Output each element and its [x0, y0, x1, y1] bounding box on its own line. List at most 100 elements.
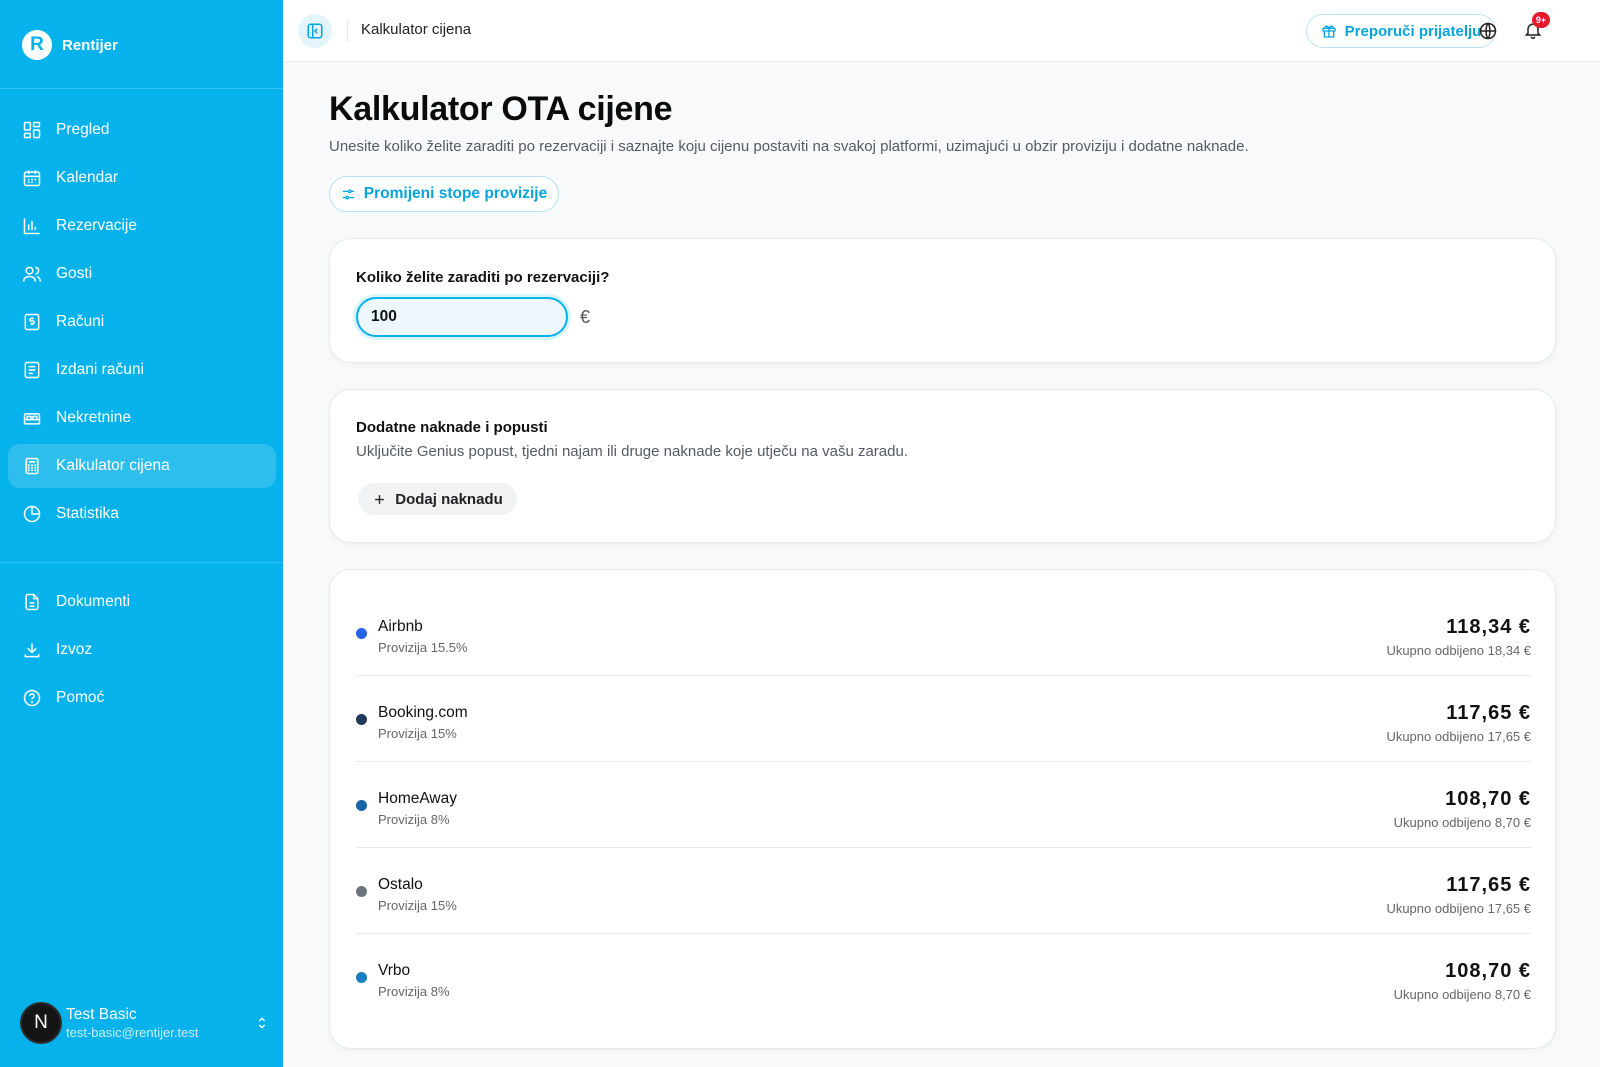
- fees-card: Dodatne naknade i popusti Uključite Geni…: [329, 389, 1556, 543]
- topbar: Kalkulator cijena Preporuči prijatelju 9…: [283, 0, 1600, 62]
- fees-title: Dodatne naknade i popusti: [356, 419, 548, 436]
- sliders-icon: [342, 189, 354, 199]
- platform-color-dot: [356, 714, 367, 725]
- invoice-icon: [24, 313, 40, 331]
- platform-price: 108,70 €: [1445, 788, 1531, 810]
- chevron-up-down-icon[interactable]: [254, 1015, 270, 1031]
- platform-row-booking: Booking.com Provizija 15% 117,65 € Ukupn…: [356, 676, 1531, 762]
- refer-friend-label: Preporuči prijatelju: [1344, 22, 1482, 40]
- page-title: Kalkulator OTA cijene: [329, 90, 673, 128]
- platform-commission: Provizija 15.5%: [378, 640, 468, 655]
- gift-icon: [1321, 25, 1336, 38]
- receipt-icon: [24, 361, 40, 379]
- sidebar-item-racuni[interactable]: Računi: [8, 300, 276, 344]
- platform-color-dot: [356, 800, 367, 811]
- brand-logo: R: [22, 30, 52, 60]
- platform-row-vrbo: Vrbo Provizija 8% 108,70 € Ukupno odbije…: [356, 934, 1531, 1020]
- notification-badge: 9+: [1532, 12, 1550, 28]
- sidebar-item-label: Dokumenti: [56, 593, 131, 610]
- platform-deducted: Ukupno odbijeno 8,70 €: [1393, 987, 1531, 1002]
- brand-name: Rentijer: [62, 36, 118, 54]
- sidebar-item-label: Kalendar: [56, 169, 119, 186]
- platform-color-dot: [356, 886, 367, 897]
- platform-color-dot: [356, 972, 367, 983]
- earnings-input[interactable]: [356, 297, 568, 337]
- breadcrumb: Kalkulator cijena: [361, 21, 472, 38]
- sidebar-item-label: Računi: [56, 313, 105, 330]
- platform-name: Ostalo: [378, 876, 423, 893]
- sidebar-item-label: Kalkulator cijena: [56, 457, 170, 474]
- sidebar-item-kalendar[interactable]: Kalendar: [8, 156, 276, 200]
- sidebar-item-label: Pomoć: [56, 689, 105, 706]
- add-fee-label: Dodaj naknadu: [395, 490, 503, 508]
- panel-left-icon: [307, 23, 323, 39]
- platform-prices-card: Airbnb Provizija 15.5% 118,34 € Ukupno o…: [329, 569, 1556, 1049]
- change-rates-button[interactable]: Promijeni stope provizije: [329, 176, 559, 212]
- bar-chart-icon: [23, 218, 40, 235]
- sidebar-divider: [0, 562, 283, 563]
- currency-symbol: €: [580, 307, 591, 327]
- earnings-label: Koliko želite zaraditi po rezervaciji?: [356, 269, 610, 286]
- sidebar-item-kalkulator-cijena[interactable]: Kalkulator cijena: [8, 444, 276, 488]
- plus-icon: [375, 494, 385, 504]
- sidebar-item-pomoc[interactable]: Pomoć: [8, 676, 276, 720]
- calculator-icon: [25, 457, 39, 475]
- platform-commission: Provizija 8%: [378, 984, 450, 999]
- sidebar-item-label: Pregled: [56, 121, 110, 138]
- help-icon: [23, 689, 41, 707]
- calendar-icon: [23, 170, 41, 187]
- sidebar-item-label: Statistika: [56, 505, 119, 522]
- topbar-separator: [347, 20, 348, 42]
- platform-name: Booking.com: [378, 704, 468, 721]
- sidebar-item-label: Gosti: [56, 265, 93, 282]
- user-info: Test Basic test-basic@rentijer.test: [66, 1005, 198, 1041]
- sidebar-item-label: Izvoz: [56, 641, 93, 658]
- sidebar-item-label: Nekretnine: [56, 409, 131, 426]
- platform-row-ostalo: Ostalo Provizija 15% 117,65 € Ukupno odb…: [356, 848, 1531, 934]
- download-icon: [24, 643, 40, 658]
- globe-icon[interactable]: [1478, 21, 1498, 41]
- user-menu[interactable]: N Test Basic test-basic@rentijer.test: [20, 1000, 270, 1046]
- sidebar-item-izvoz[interactable]: Izvoz: [8, 628, 276, 672]
- page-description: Unesite koliko želite zaraditi po rezerv…: [329, 138, 1249, 155]
- platform-commission: Provizija 15%: [378, 898, 457, 913]
- platform-price: 117,65 €: [1446, 874, 1531, 896]
- fees-subtitle: Uključite Genius popust, tjedni najam il…: [356, 443, 908, 460]
- platform-price: 117,65 €: [1446, 702, 1531, 724]
- platform-deducted: Ukupno odbijeno 18,34 €: [1386, 643, 1531, 658]
- platform-price: 108,70 €: [1445, 960, 1531, 982]
- sidebar-item-gosti[interactable]: Gosti: [8, 252, 276, 296]
- brand[interactable]: R Rentijer: [22, 29, 118, 61]
- sidebar-divider: [0, 88, 283, 89]
- sidebar-item-label: Izdani računi: [56, 361, 144, 378]
- change-rates-label: Promijeni stope provizije: [363, 185, 548, 202]
- platform-row-airbnb: Airbnb Provizija 15.5% 118,34 € Ukupno o…: [356, 590, 1531, 676]
- sidebar-toggle-button[interactable]: [298, 14, 332, 48]
- platform-name: Vrbo: [378, 962, 411, 979]
- platform-deducted: Ukupno odbijeno 8,70 €: [1393, 815, 1531, 830]
- sidebar-item-pregled[interactable]: Pregled: [8, 108, 276, 152]
- sidebar: R Rentijer Pregled Kalendar Rezervacije …: [0, 0, 283, 1067]
- sidebar-item-dokumenti[interactable]: Dokumenti: [8, 580, 276, 624]
- platform-name: Airbnb: [378, 618, 423, 635]
- users-icon: [22, 266, 42, 282]
- refer-friend-button[interactable]: Preporuči prijatelju: [1306, 14, 1496, 48]
- avatar: N: [20, 1002, 62, 1044]
- platform-price: 118,34 €: [1446, 616, 1531, 638]
- platform-deducted: Ukupno odbijeno 17,65 €: [1386, 729, 1531, 744]
- sidebar-item-rezervacije[interactable]: Rezervacije: [8, 204, 276, 248]
- platform-color-dot: [356, 628, 367, 639]
- platform-commission: Provizija 15%: [378, 726, 457, 741]
- earnings-card: Koliko želite zaraditi po rezervaciji? €: [329, 238, 1556, 363]
- bed-icon: [23, 413, 41, 425]
- user-name: Test Basic: [66, 1006, 137, 1024]
- document-icon: [25, 593, 39, 611]
- platform-commission: Provizija 8%: [378, 812, 450, 827]
- grid-icon: [23, 121, 41, 139]
- sidebar-item-izdani-racuni[interactable]: Izdani računi: [8, 348, 276, 392]
- sidebar-item-nekretnine[interactable]: Nekretnine: [8, 396, 276, 440]
- platform-deducted: Ukupno odbijeno 17,65 €: [1386, 901, 1531, 916]
- add-fee-button[interactable]: Dodaj naknadu: [358, 483, 517, 515]
- sidebar-item-label: Rezervacije: [56, 217, 137, 234]
- sidebar-item-statistika[interactable]: Statistika: [8, 492, 276, 536]
